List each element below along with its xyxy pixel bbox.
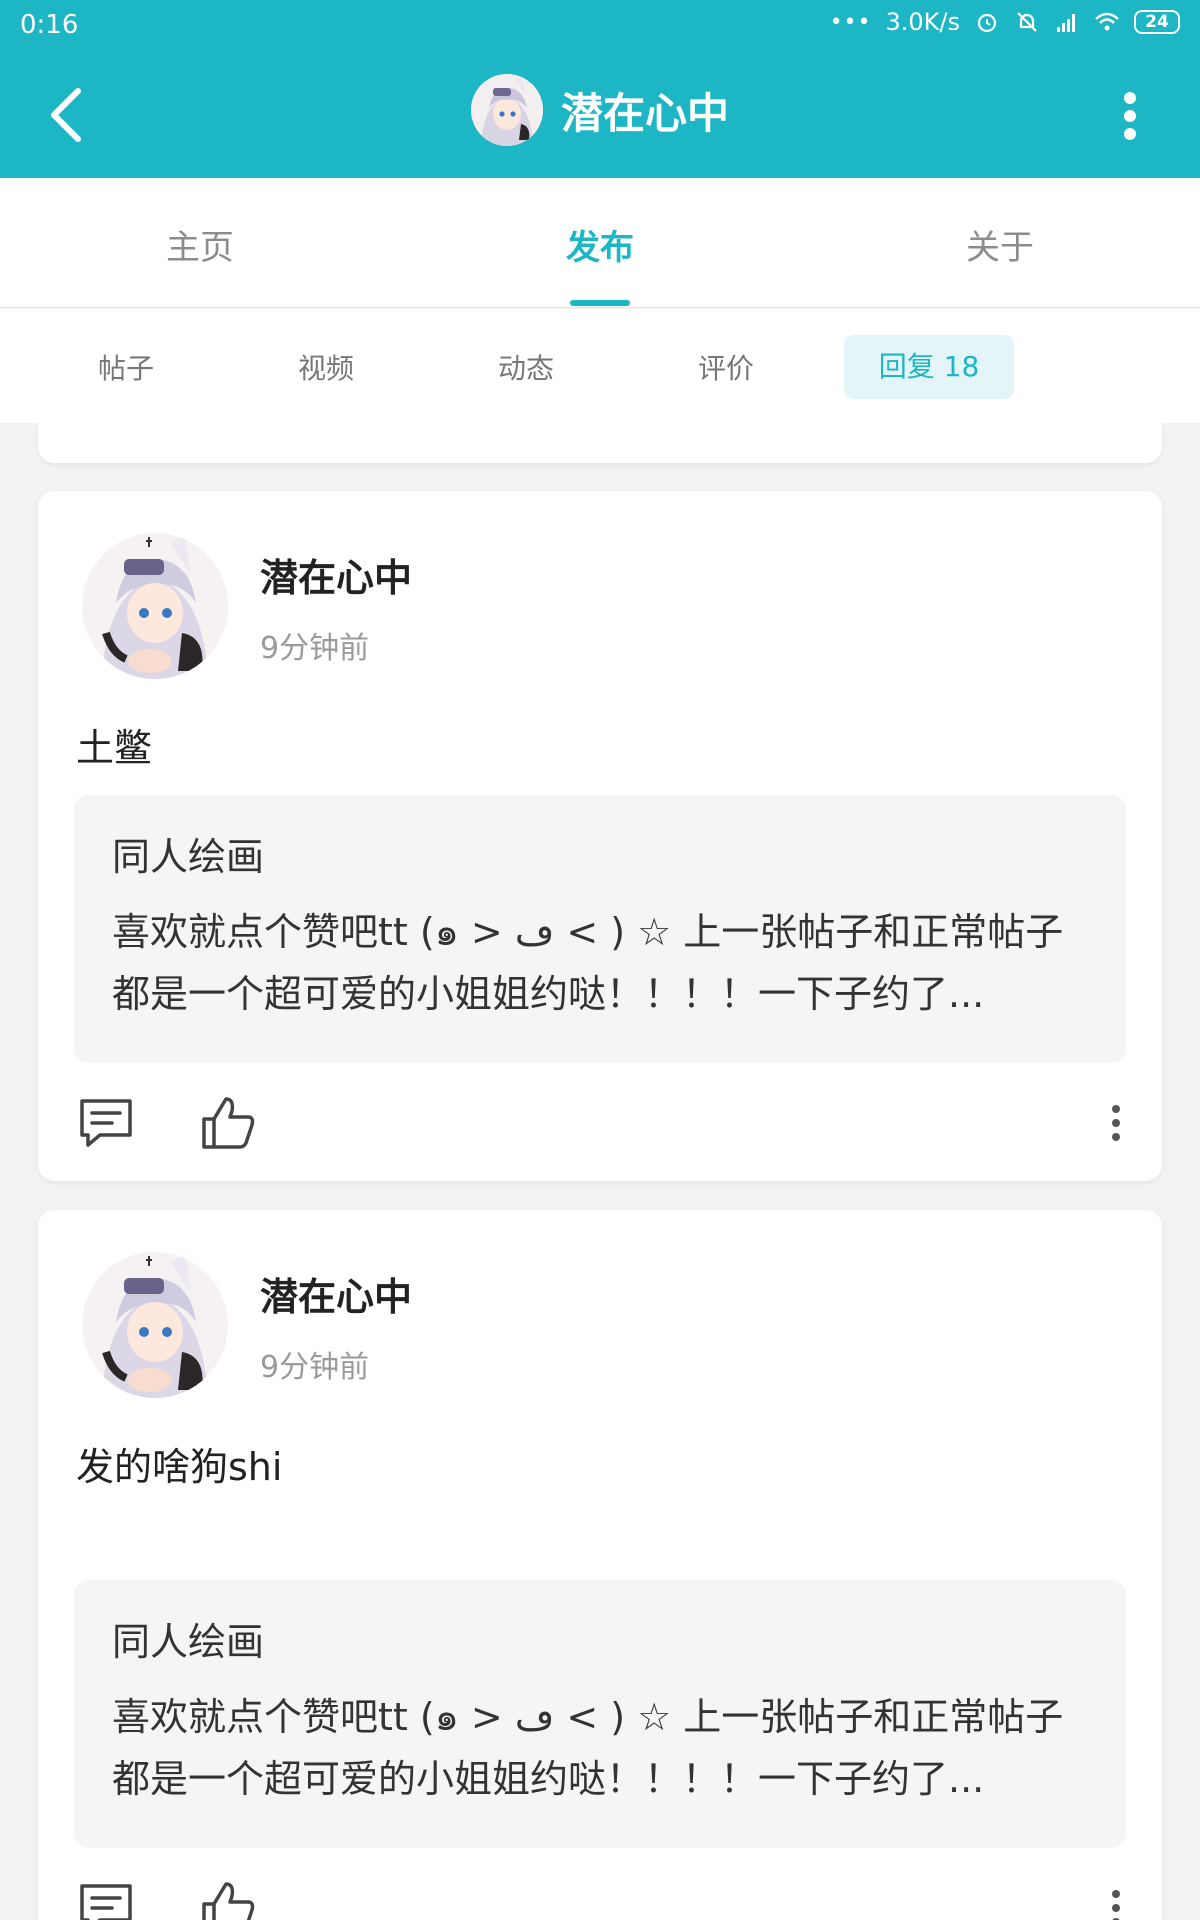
quoted-post-title: 同人绘画 [112, 835, 265, 879]
main-tab-bar: 主页 发布 关于 [0, 178, 1200, 308]
user-name[interactable]: 潜在心中 [260, 1266, 412, 1321]
quoted-post[interactable]: 同人绘画 喜欢就点个赞吧tt (๑ > ڡ < ) ☆ 上一张帖子和正常帖子都是… [74, 1580, 1126, 1848]
subtab-videos[interactable]: 视频 [256, 347, 396, 387]
avatar[interactable] [82, 533, 228, 679]
quoted-post-title: 同人绘画 [112, 1620, 265, 1664]
quoted-post-body: 喜欢就点个赞吧tt (๑ > ڡ < ) ☆ 上一张帖子和正常帖子都是一个超可爱… [112, 910, 1064, 1016]
thumbs-up-icon[interactable] [200, 1880, 256, 1920]
avatar[interactable] [470, 74, 543, 146]
post-actions [74, 1095, 1126, 1165]
tab-home[interactable]: 主页 [100, 220, 300, 269]
tab-about[interactable]: 关于 [900, 220, 1100, 269]
reply-card[interactable]: 潜在心中 9分钟前 发的啥狗shi 同人绘画 喜欢就点个赞吧tt (๑ > ڡ … [38, 1210, 1162, 1920]
avatar[interactable] [82, 1252, 228, 1398]
tab-posts[interactable]: 发布 [500, 220, 700, 269]
quoted-post-body: 喜欢就点个赞吧tt (๑ > ڡ < ) ☆ 上一张帖子和正常帖子都是一个超可爱… [112, 1695, 1064, 1801]
active-tab-indicator [570, 300, 630, 306]
app-top-bar: 0:16 ••• 3.0K/s 24 潜在心中 [0, 0, 1200, 178]
battery-icon: 24 [1134, 10, 1180, 34]
dots-icon: ••• [829, 9, 872, 35]
post-actions [74, 1880, 1126, 1920]
post-time: 9分钟前 [260, 631, 370, 666]
subtab-moments[interactable]: 动态 [456, 347, 596, 387]
reply-text: 土鳖 [76, 726, 153, 770]
quoted-post[interactable]: 同人绘画 喜欢就点个赞吧tt (๑ > ڡ < ) ☆ 上一张帖子和正常帖子都是… [74, 795, 1126, 1063]
reply-text: 发的啥狗shi [76, 1445, 283, 1489]
network-speed: 3.0K/s [885, 8, 961, 36]
status-icons: ••• 3.0K/s 24 [830, 8, 1180, 36]
status-time: 0:16 [20, 10, 79, 40]
post-time: 9分钟前 [260, 1350, 370, 1385]
more-vertical-icon[interactable] [1106, 1888, 1126, 1920]
status-bar: 0:16 ••• 3.0K/s 24 [0, 0, 1200, 52]
more-vertical-icon[interactable] [1106, 1103, 1126, 1143]
thumbs-up-icon[interactable] [200, 1095, 256, 1151]
subtab-replies[interactable]: 回复 18 [844, 335, 1014, 399]
header-profile: 潜在心中 [0, 74, 1200, 146]
subtab-threads[interactable]: 帖子 [56, 347, 196, 387]
bell-muted-icon [1017, 12, 1037, 32]
signal-icon [1057, 14, 1075, 32]
sub-tab-bar: 帖子 视频 动态 评价 回复 18 [0, 309, 1200, 423]
subtab-reviews[interactable]: 评价 [656, 347, 796, 387]
alarm-icon [977, 13, 997, 33]
comment-icon[interactable] [78, 1095, 134, 1151]
comment-icon[interactable] [78, 1880, 134, 1920]
previous-post-card [38, 423, 1162, 463]
more-vertical-icon [1124, 92, 1136, 140]
page-title: 潜在心中 [560, 88, 729, 138]
user-name[interactable]: 潜在心中 [260, 547, 412, 602]
more-options-button[interactable] [1112, 88, 1148, 144]
wifi-icon [1095, 12, 1119, 31]
app-header: 潜在心中 [0, 52, 1200, 178]
reply-card[interactable]: 潜在心中 9分钟前 土鳖 同人绘画 喜欢就点个赞吧tt (๑ > ڡ < ) ☆… [38, 491, 1162, 1181]
